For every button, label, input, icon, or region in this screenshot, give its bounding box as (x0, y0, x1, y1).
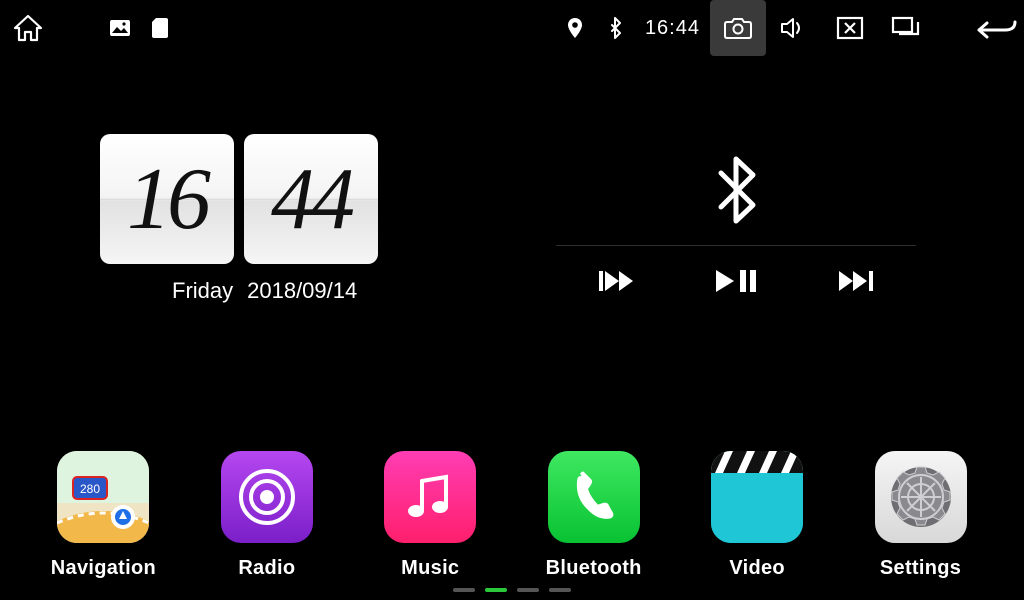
navigation-icon: 280 (57, 451, 149, 543)
bluetooth-icon (713, 155, 759, 225)
app-settings[interactable]: Settings (851, 451, 991, 580)
clock-widget[interactable]: 16 44 Friday 2018/09/14 (100, 134, 460, 304)
bluetooth-status-icon (595, 0, 635, 56)
phone-icon (548, 451, 640, 543)
page-dot-active[interactable] (485, 588, 507, 592)
app-radio[interactable]: Radio (197, 451, 337, 580)
media-source-row (556, 134, 916, 246)
play-pause-button[interactable] (706, 268, 766, 294)
sdcard-icon (140, 0, 180, 56)
status-bar-left (0, 0, 180, 56)
location-icon (555, 0, 595, 56)
page-indicators (0, 588, 1024, 592)
recent-apps-button[interactable] (878, 0, 934, 56)
media-widget[interactable] (556, 134, 916, 316)
app-bluetooth[interactable]: Bluetooth (524, 451, 664, 580)
media-controls (556, 246, 916, 316)
page-dot[interactable] (549, 588, 571, 592)
flip-card-hours: 16 (100, 134, 234, 264)
radio-icon (221, 451, 313, 543)
page-dot[interactable] (517, 588, 539, 592)
volume-button[interactable] (766, 0, 822, 56)
clock-weekday: Friday (172, 278, 233, 304)
next-track-button[interactable] (826, 269, 886, 293)
screenshot-button[interactable] (710, 0, 766, 56)
app-label: Video (729, 557, 785, 580)
clock-date: 2018/09/14 (247, 278, 357, 304)
app-music[interactable]: Music (360, 451, 500, 580)
app-dock: 280 Navigation Radio Music (0, 451, 1024, 580)
status-bar: 16:44 (0, 0, 1024, 56)
clock-minutes: 44 (271, 149, 351, 250)
app-label: Music (401, 557, 459, 580)
music-icon (384, 451, 476, 543)
close-app-button[interactable] (822, 0, 878, 56)
flip-clock: 16 44 (100, 134, 460, 264)
back-button[interactable] (968, 0, 1024, 56)
app-label: Navigation (51, 557, 156, 580)
settings-icon (875, 451, 967, 543)
app-label: Settings (880, 557, 961, 580)
status-bar-time: 16:44 (635, 17, 710, 40)
svg-text:280: 280 (80, 482, 100, 496)
clock-hours: 16 (127, 149, 207, 250)
previous-track-button[interactable] (586, 269, 646, 293)
video-icon (711, 451, 803, 543)
page-dot[interactable] (453, 588, 475, 592)
app-navigation[interactable]: 280 Navigation (33, 451, 173, 580)
home-screen: 16 44 Friday 2018/09/14 (0, 56, 1024, 600)
home-button[interactable] (0, 0, 56, 56)
app-label: Bluetooth (546, 557, 642, 580)
clock-date-row: Friday 2018/09/14 (100, 278, 460, 304)
app-label: Radio (238, 557, 295, 580)
status-bar-right: 16:44 (555, 0, 1024, 56)
flip-card-minutes: 44 (244, 134, 378, 264)
picture-icon (100, 0, 140, 56)
app-video[interactable]: Video (687, 451, 827, 580)
